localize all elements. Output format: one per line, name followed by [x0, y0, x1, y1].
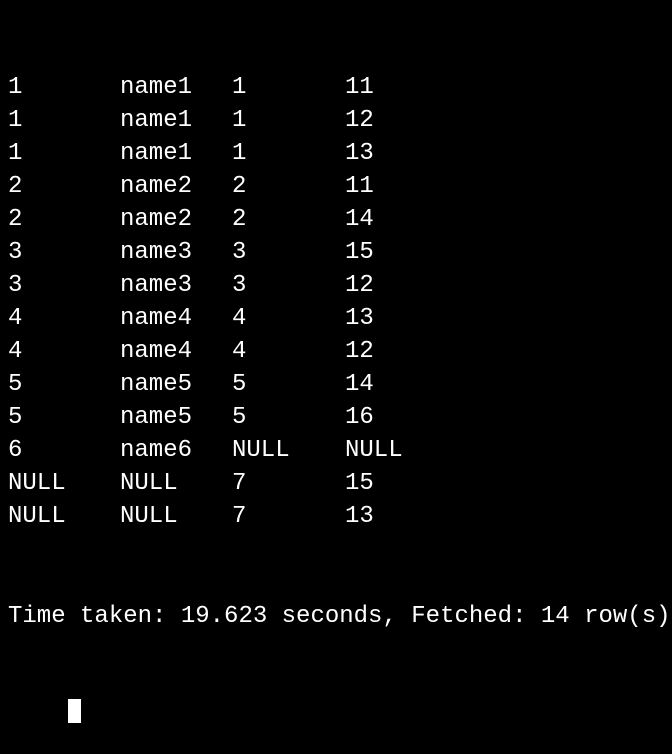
table-row: 3name3315: [8, 236, 664, 269]
cell-col3: 5: [232, 368, 345, 402]
cell-col3: 4: [232, 335, 345, 369]
cell-col4: 13: [345, 137, 664, 171]
cell-col1: NULL: [8, 500, 120, 534]
cell-col1: 6: [8, 434, 120, 468]
cell-col3: 2: [232, 203, 345, 237]
status-text: Time taken: 19.623 seconds, Fetched: 14 …: [8, 600, 671, 634]
cell-col2: name3: [120, 269, 232, 303]
cell-col1: 1: [8, 71, 120, 105]
cell-col1: 2: [8, 203, 120, 237]
cell-col2: name5: [120, 401, 232, 435]
cell-col4: 15: [345, 236, 664, 270]
cell-col2: name1: [120, 71, 232, 105]
cell-col2: name6: [120, 434, 232, 468]
cell-col2: name2: [120, 170, 232, 204]
cell-col2: name4: [120, 302, 232, 336]
table-row: 5name5516: [8, 401, 664, 434]
cell-col2: name1: [120, 104, 232, 138]
status-line: Time taken: 19.623 seconds, Fetched: 14 …: [8, 600, 664, 633]
cell-col4: 11: [345, 170, 664, 204]
cell-col1: 4: [8, 302, 120, 336]
cell-col1: 1: [8, 104, 120, 138]
table-row: NULLNULL713: [8, 500, 664, 533]
cell-col4: NULL: [345, 434, 664, 468]
query-result-rows: 1name11111name11121name11132name22112nam…: [8, 71, 664, 533]
cell-col1: 1: [8, 137, 120, 171]
cell-col4: 14: [345, 368, 664, 402]
cell-col4: 12: [345, 104, 664, 138]
cell-col1: 5: [8, 401, 120, 435]
cell-col3: 1: [232, 71, 345, 105]
table-row: 2name2211: [8, 170, 664, 203]
cell-col3: 7: [232, 500, 345, 534]
cell-col1: 2: [8, 170, 120, 204]
cell-col3: 3: [232, 269, 345, 303]
prompt-line[interactable]: [8, 701, 664, 721]
cell-col2: NULL: [120, 500, 232, 534]
cell-col1: 3: [8, 236, 120, 270]
table-row: 1name1111: [8, 71, 664, 104]
cell-col2: name4: [120, 335, 232, 369]
table-row: NULLNULL715: [8, 467, 664, 500]
cell-col2: name2: [120, 203, 232, 237]
cell-col2: NULL: [120, 467, 232, 501]
cell-col4: 13: [345, 302, 664, 336]
cell-col4: 14: [345, 203, 664, 237]
cell-col1: NULL: [8, 467, 120, 501]
cursor-icon: [68, 699, 81, 723]
cell-col1: 3: [8, 269, 120, 303]
cell-col1: 4: [8, 335, 120, 369]
cell-col3: 1: [232, 104, 345, 138]
cell-col4: 11: [345, 71, 664, 105]
cell-col1: 5: [8, 368, 120, 402]
cell-col2: name5: [120, 368, 232, 402]
table-row: 2name2214: [8, 203, 664, 236]
cell-col2: name3: [120, 236, 232, 270]
table-row: 4name4412: [8, 335, 664, 368]
cell-col4: 12: [345, 335, 664, 369]
cell-col4: 16: [345, 401, 664, 435]
cell-col3: 5: [232, 401, 345, 435]
cell-col3: NULL: [232, 434, 345, 468]
table-row: 3name3312: [8, 269, 664, 302]
cell-col4: 12: [345, 269, 664, 303]
table-row: 5name5514: [8, 368, 664, 401]
cell-col3: 1: [232, 137, 345, 171]
cell-col3: 3: [232, 236, 345, 270]
table-row: 1name1113: [8, 137, 664, 170]
cell-col4: 15: [345, 467, 664, 501]
terminal-output: 1name11111name11121name11132name22112nam…: [8, 4, 664, 754]
table-row: 1name1112: [8, 104, 664, 137]
cell-col3: 2: [232, 170, 345, 204]
cell-col4: 13: [345, 500, 664, 534]
cell-col3: 7: [232, 467, 345, 501]
cell-col2: name1: [120, 137, 232, 171]
cell-col3: 4: [232, 302, 345, 336]
table-row: 6name6NULLNULL: [8, 434, 664, 467]
table-row: 4name4413: [8, 302, 664, 335]
